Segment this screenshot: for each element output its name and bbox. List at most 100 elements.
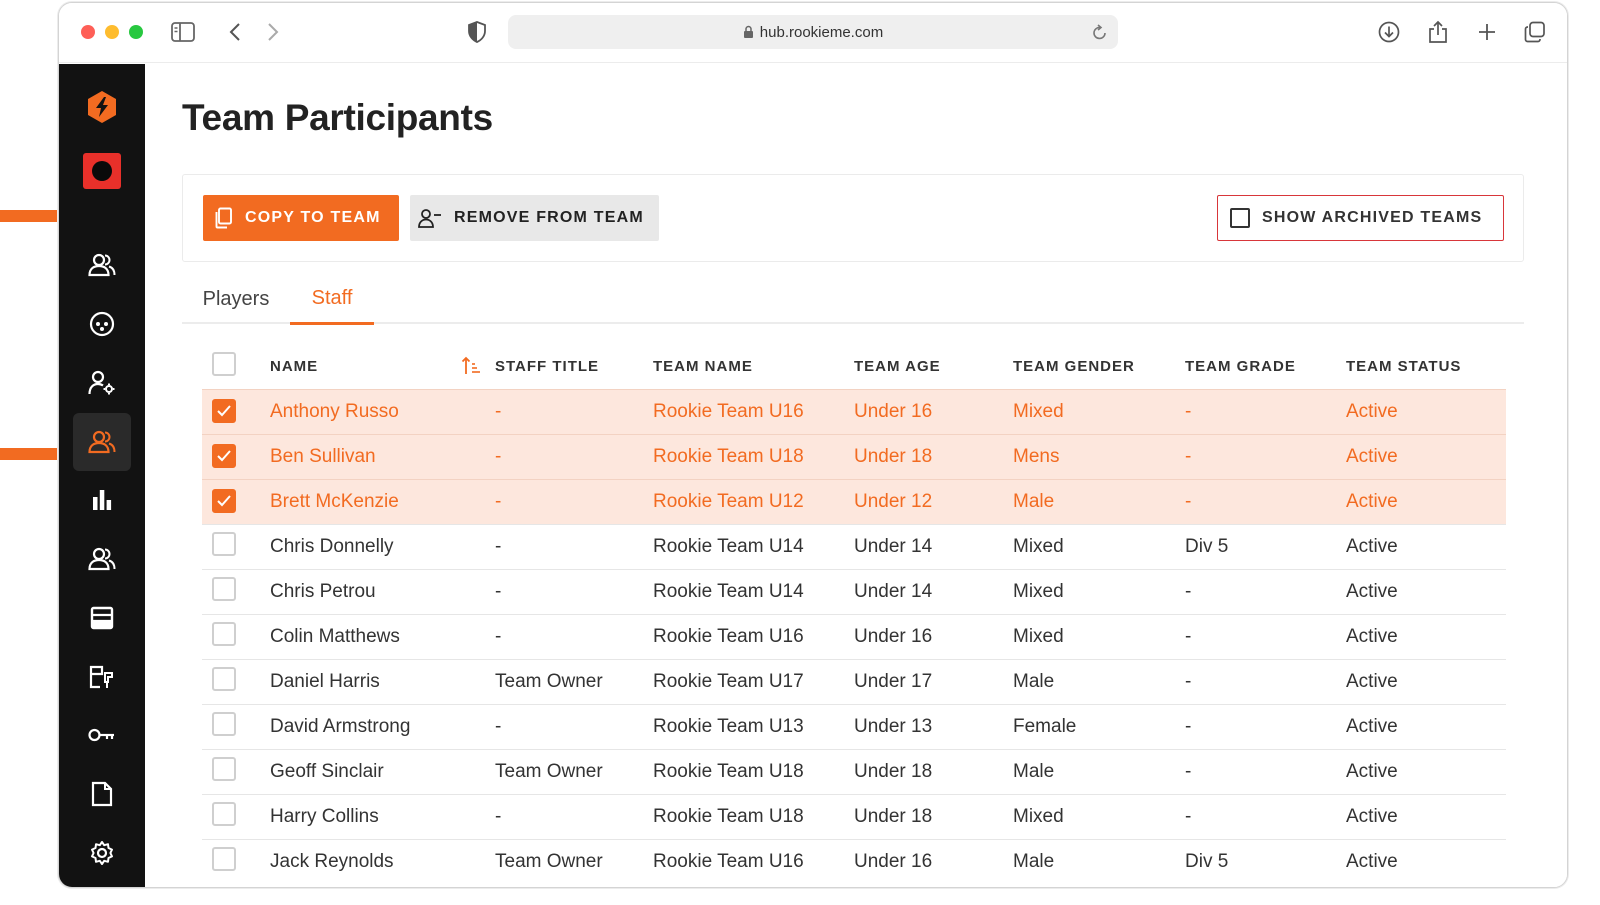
forward-icon[interactable]: [259, 18, 287, 46]
cell-team-status: Active: [1346, 433, 1506, 479]
reload-icon[interactable]: [1092, 23, 1108, 45]
minimize-window-button[interactable]: [105, 25, 119, 39]
table-row[interactable]: David Armstrong - Rookie Team U13 Under 13 F…: [202, 703, 1506, 749]
table-row[interactable]: Chris Petrou - Rookie Team U14 Under 14 Mixe…: [202, 568, 1506, 614]
browser-window: hub.rookieme.com Team Participants COPY …: [58, 2, 1568, 888]
table-row[interactable]: Anthony Russo - Rookie Team U16 Under 16 Mix…: [202, 388, 1506, 434]
forms-icon[interactable]: [73, 648, 131, 706]
members-icon[interactable]: [73, 530, 131, 588]
tab-staff[interactable]: Staff: [290, 274, 374, 325]
column-header-team-name[interactable]: TEAM NAME: [653, 344, 854, 389]
row-checkbox[interactable]: [212, 756, 236, 781]
table-row[interactable]: Chris Donnelly - Rookie Team U14 Under 14 Mi…: [202, 523, 1506, 569]
cell-team-status: Active: [1346, 703, 1506, 749]
cell-team-gender: Male: [1013, 478, 1185, 524]
table-row[interactable]: Brett McKenzie - Rookie Team U12 Under 12 Ma…: [202, 478, 1506, 524]
reports-icon[interactable]: [73, 471, 131, 529]
cell-team-status: Active: [1346, 658, 1506, 704]
column-header-team-gender[interactable]: TEAM GENDER: [1013, 344, 1185, 389]
column-header-team-age[interactable]: TEAM AGE: [854, 344, 1013, 389]
cell-team-age: Under 12: [854, 478, 1013, 524]
gear-icon[interactable]: [73, 824, 131, 882]
cell-team-name: Rookie Team U13: [653, 703, 854, 749]
clubs-icon[interactable]: [73, 295, 131, 353]
row-checkbox[interactable]: [212, 711, 236, 736]
privacy-shield-icon[interactable]: [463, 18, 491, 46]
table-row[interactable]: Jack Reynolds Team Owner Rookie Team U16 Un…: [202, 838, 1506, 884]
cell-team-status: Active: [1346, 388, 1506, 434]
cell-staff-title: -: [495, 793, 653, 839]
row-checkbox[interactable]: [212, 444, 236, 468]
cell-team-name: Rookie Team U12: [653, 478, 854, 524]
cell-staff-title: Team Owner: [495, 658, 653, 704]
checkmark-icon: [217, 405, 231, 417]
share-icon[interactable]: [1424, 18, 1452, 46]
back-icon[interactable]: [221, 18, 249, 46]
column-header-name[interactable]: NAME: [270, 344, 495, 389]
cell-staff-title: -: [495, 568, 653, 614]
key-icon[interactable]: [73, 706, 131, 764]
row-checkbox[interactable]: [212, 576, 236, 601]
new-tab-icon[interactable]: [1473, 18, 1501, 46]
staff-table: NAME STAFF TITLE TEAM NAME TEAM AGE TEAM…: [202, 344, 1506, 884]
select-all-checkbox[interactable]: [212, 352, 236, 377]
cell-team-grade: -: [1185, 388, 1346, 434]
user-settings-icon[interactable]: [73, 354, 131, 412]
cell-team-grade: -: [1185, 703, 1346, 749]
cell-team-grade: -: [1185, 658, 1346, 704]
select-all-cell: [202, 344, 270, 389]
column-header-team-status[interactable]: TEAM STATUS: [1346, 344, 1506, 389]
row-checkbox[interactable]: [212, 846, 236, 871]
sort-ascending-icon[interactable]: [461, 356, 481, 376]
show-archived-teams-toggle[interactable]: SHOW ARCHIVED TEAMS: [1217, 195, 1504, 241]
cell-team-status: Active: [1346, 568, 1506, 614]
remove-user-icon: [418, 208, 442, 228]
table-row[interactable]: Geoff Sinclair Team Owner Rookie Team U18 U…: [202, 748, 1506, 794]
table-row[interactable]: Colin Matthews - Rookie Team U16 Under 16 Mi…: [202, 613, 1506, 659]
maximize-window-button[interactable]: [129, 25, 143, 39]
logo-icon[interactable]: [73, 78, 131, 136]
users-icon[interactable]: [73, 236, 131, 294]
row-checkbox[interactable]: [212, 801, 236, 826]
document-icon[interactable]: [73, 765, 131, 823]
action-toolbar: COPY TO TEAM REMOVE FROM TEAM SHOW ARCHI…: [182, 174, 1524, 262]
copy-icon: [213, 207, 233, 229]
row-select-cell: [202, 478, 270, 524]
list-icon[interactable]: [73, 589, 131, 647]
cell-team-name: Rookie Team U14: [653, 568, 854, 614]
close-window-button[interactable]: [81, 25, 95, 39]
table-row[interactable]: Ben Sullivan - Rookie Team U18 Under 18 Mens…: [202, 433, 1506, 479]
column-header-staff-title[interactable]: STAFF TITLE: [495, 344, 653, 389]
address-bar[interactable]: hub.rookieme.com: [508, 15, 1118, 49]
record-icon[interactable]: [73, 142, 131, 200]
cell-team-grade: -: [1185, 433, 1346, 479]
cell-team-gender: Mixed: [1013, 793, 1185, 839]
cell-name: Chris Petrou: [270, 568, 495, 614]
cell-team-age: Under 14: [854, 568, 1013, 614]
sidebar-toggle-icon[interactable]: [169, 18, 197, 46]
cell-team-age: Under 16: [854, 388, 1013, 434]
row-checkbox[interactable]: [212, 666, 236, 691]
cell-team-gender: Mixed: [1013, 568, 1185, 614]
tab-overview-icon[interactable]: [1521, 18, 1549, 46]
tab-players[interactable]: Players: [182, 274, 290, 324]
row-checkbox[interactable]: [212, 531, 236, 556]
cell-team-status: Active: [1346, 748, 1506, 794]
row-checkbox[interactable]: [212, 621, 236, 646]
column-header-team-grade[interactable]: TEAM GRADE: [1185, 344, 1346, 389]
row-checkbox[interactable]: [212, 489, 236, 513]
remove-from-team-button[interactable]: REMOVE FROM TEAM: [410, 195, 659, 241]
row-checkbox[interactable]: [212, 399, 236, 423]
download-icon[interactable]: [1375, 18, 1403, 46]
team-participants-icon[interactable]: [73, 413, 131, 471]
copy-to-team-button[interactable]: COPY TO TEAM: [203, 195, 399, 241]
table-row[interactable]: Harry Collins - Rookie Team U18 Under 18 Mix…: [202, 793, 1506, 839]
table-row[interactable]: Daniel Harris Team Owner Rookie Team U17 Un…: [202, 658, 1506, 704]
cell-team-grade: -: [1185, 793, 1346, 839]
cell-team-name: Rookie Team U17: [653, 658, 854, 704]
cell-name: Brett McKenzie: [270, 478, 495, 524]
browser-titlebar: hub.rookieme.com: [59, 3, 1567, 63]
url-text: hub.rookieme.com: [759, 23, 884, 41]
cell-name: Daniel Harris: [270, 658, 495, 704]
cell-team-name: Rookie Team U18: [653, 433, 854, 479]
